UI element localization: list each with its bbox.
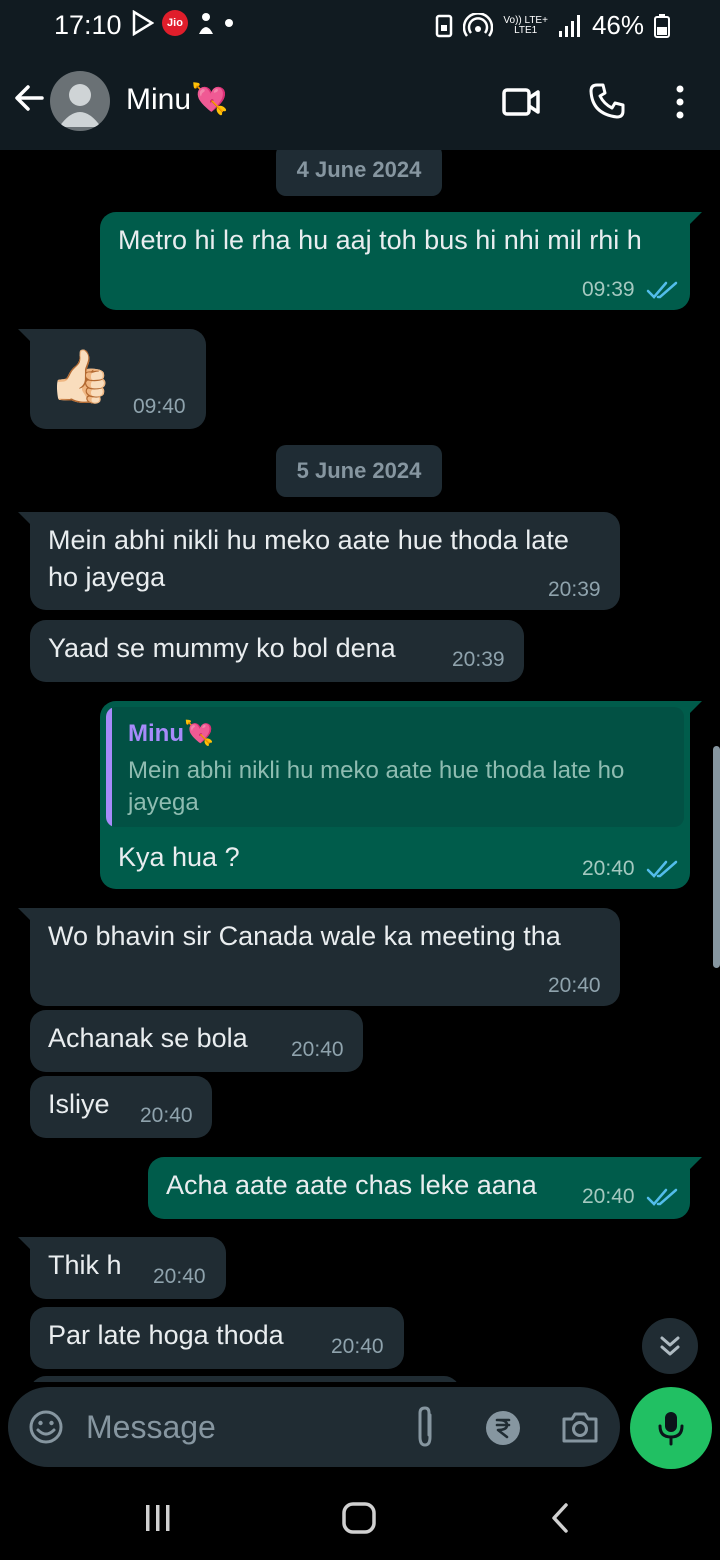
outgoing-message[interactable]: Acha aate aate chas leke aana 20:40 [148,1157,702,1219]
message-text: Par late hoga thoda [48,1320,284,1350]
more-options-icon[interactable] [670,82,690,122]
message-text: Wo bhavin sir Canada wale ka meeting tha [48,921,561,951]
incoming-message[interactable]: Yaad se mummy ko bol dena 20:39 [30,620,524,682]
message-text: Mein abhi nikli hu meko aate hue thoda l… [48,525,569,592]
message-time: 20:40 [140,1104,193,1127]
incoming-message[interactable]: Wo bhavin sir Canada wale ka meeting tha… [18,908,620,1006]
voice-message-button[interactable] [630,1387,712,1469]
read-ticks-icon [646,1188,678,1206]
composer [0,1382,720,1480]
message-text: Acha aate aate chas leke aana [166,1170,537,1200]
message-text: Achanak se bola [48,1023,248,1053]
message-time: 20:40 [582,1185,635,1208]
quote-bar [106,707,112,827]
notification-icons: Jio [132,10,234,36]
message-text: Metro hi le rha hu aaj toh bus hi nhi mi… [118,225,642,255]
quoted-text: Mein abhi nikli hu meko aate hue thoda l… [128,757,625,816]
date-chip: 5 June 2024 [276,445,442,497]
message-text: Isliye [48,1089,110,1119]
message-time: 09:39 [582,278,635,301]
dot-icon [225,19,233,27]
incoming-message[interactable]: Achanak se bola 20:40 [30,1010,363,1072]
system-icons: Vo)) LTE+ LTE1 46% [435,10,670,41]
app-notification-icon [199,13,213,34]
scroll-to-bottom-button[interactable] [642,1318,698,1374]
message-time: 20:40 [582,857,635,880]
battery-percent: 46% [591,10,644,40]
contact-name[interactable]: Minu💘 [126,82,228,117]
rupee-payment-icon[interactable] [484,1409,522,1447]
network-type: Vo)) LTE+ LTE1 [503,14,548,36]
sim-lock-icon [436,14,453,37]
signal-icon [558,14,580,37]
play-store-icon [132,10,154,36]
battery-charging-icon [654,13,670,38]
outgoing-reply-message[interactable]: Minu💘 Mein abhi nikli hu meko aate hue t… [100,701,702,889]
incoming-message[interactable]: Thik h 20:40 [18,1237,226,1299]
emoji-icon[interactable] [28,1409,64,1445]
hotspot-icon [463,12,494,37]
back-arrow-icon[interactable] [12,81,46,115]
quoted-message[interactable]: Minu💘 Mein abhi nikli hu meko aate hue t… [106,707,684,827]
message-text: Thik h [48,1250,122,1280]
message-input-container [8,1387,620,1467]
emoji-message: 👍🏻 [48,348,113,406]
attachment-icon[interactable] [410,1405,440,1449]
default-avatar-icon [59,84,101,127]
message-text: Yaad se mummy ko bol dena [48,633,396,663]
read-ticks-icon [646,281,678,299]
message-time: 20:39 [452,648,505,671]
incoming-message[interactable]: Par late hoga thoda 20:40 [30,1307,404,1369]
back-nav-icon[interactable] [546,1502,576,1534]
camera-icon[interactable] [560,1409,600,1445]
avatar[interactable] [50,71,110,131]
status-time: 17:10 [54,10,122,40]
incoming-message[interactable]: Isliye 20:40 [30,1076,212,1138]
double-chevron-down-icon [660,1336,680,1356]
status-bar: 17:10 Jio Vo)) LTE+ LTE1 46% [0,0,720,52]
quoted-sender: Minu💘 [128,720,214,747]
message-time: 20:40 [331,1335,384,1358]
read-ticks-icon [646,860,678,878]
message-time: 20:40 [548,974,601,997]
outgoing-message[interactable]: Metro hi le rha hu aaj toh bus hi nhi mi… [100,212,702,310]
date-chip: 4 June 2024 [276,150,442,196]
message-text: Kya hua ? [118,842,240,872]
incoming-message[interactable]: Mein abhi nikli hu meko aate hue thoda l… [18,512,620,610]
video-call-icon[interactable] [501,82,541,122]
chat-header: Minu💘 [0,52,720,150]
phone-call-icon[interactable] [588,82,626,120]
system-navigation-bar [0,1480,720,1560]
message-time: 20:40 [291,1038,344,1061]
incoming-message[interactable]: 👍🏻 09:40 [18,329,206,429]
message-time: 09:40 [133,395,186,418]
message-time: 20:39 [548,578,601,601]
scrollbar-thumb[interactable] [713,746,720,968]
recent-apps-icon[interactable] [142,1502,174,1534]
chat-messages[interactable]: 4 June 2024 Metro hi le rha hu aaj toh b… [0,150,720,1382]
message-input[interactable] [84,1405,388,1449]
jio-icon: Jio [162,10,188,36]
microphone-icon [658,1412,684,1446]
message-time: 20:40 [153,1265,206,1288]
home-icon[interactable] [341,1500,377,1536]
